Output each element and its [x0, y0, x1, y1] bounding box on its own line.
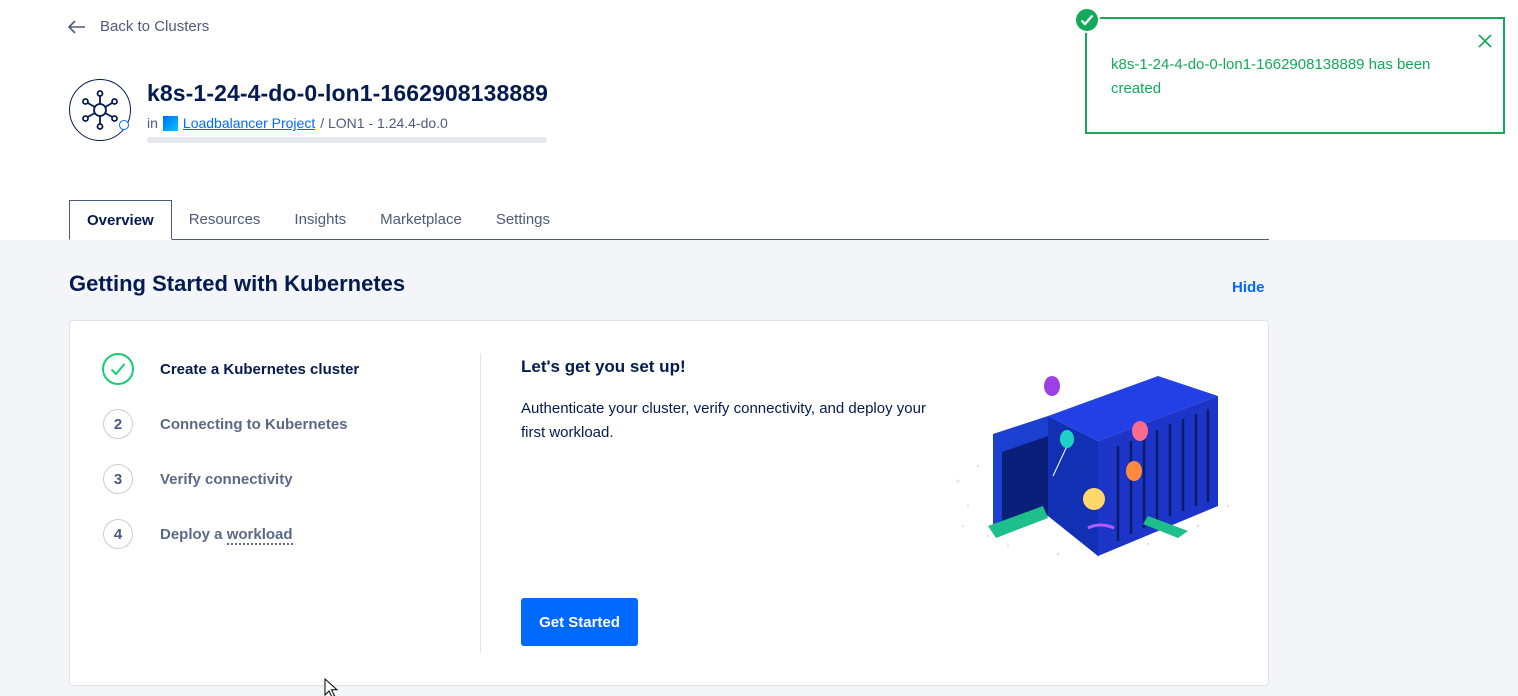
cluster-glyph	[82, 90, 118, 130]
back-label: Back to Clusters	[100, 18, 210, 35]
getting-started-title: Getting Started with Kubernetes	[69, 271, 406, 296]
step-number: 3	[103, 464, 133, 494]
arrow-left-icon	[68, 19, 85, 34]
cluster-meta: in Loadbalancer Project / LON1 - 1.24.4-…	[147, 115, 448, 131]
cluster-status-indicator	[119, 120, 129, 130]
step-create-cluster[interactable]: Create a Kubernetes cluster	[102, 353, 442, 385]
container-celebration-illustration	[956, 376, 1230, 558]
tab-resources[interactable]: Resources	[172, 200, 278, 240]
region-version: / LON1 - 1.24.4-do.0	[320, 115, 448, 131]
tab-insights[interactable]: Insights	[277, 200, 363, 240]
step-label: Create a Kubernetes cluster	[160, 360, 360, 378]
tab-overview[interactable]: Overview	[69, 200, 172, 240]
cluster-tabs: Overview Resources Insights Marketplace …	[69, 200, 1269, 240]
hide-button[interactable]: Hide	[1232, 279, 1265, 296]
success-toast: k8s-1-24-4-do-0-lon1-1662908138889 has b…	[1074, 7, 1505, 134]
step-label: Verify connectivity	[160, 470, 293, 488]
check-circle-icon	[1074, 7, 1100, 33]
project-link[interactable]: Loadbalancer Project	[183, 115, 315, 131]
get-started-button[interactable]: Get Started	[521, 598, 638, 646]
step-label-prefix: Deploy a	[160, 525, 227, 543]
tab-settings[interactable]: Settings	[479, 200, 567, 240]
card-divider	[480, 353, 481, 653]
workload-term[interactable]: workload	[226, 525, 293, 545]
provisioning-progress-fill	[147, 137, 547, 143]
mouse-cursor-icon	[324, 678, 338, 696]
step-label: Deploy a workload	[160, 525, 293, 545]
getting-started-card: Create a Kubernetes cluster 2 Connecting…	[69, 320, 1269, 686]
step-deploy[interactable]: 4 Deploy a workload	[102, 518, 442, 550]
kubernetes-cluster-icon	[69, 79, 131, 141]
setup-title: Let's get you set up!	[521, 357, 686, 376]
cluster-name: k8s-1-24-4-do-0-lon1-1662908138889	[147, 80, 549, 106]
project-icon	[162, 115, 178, 131]
step-label: Connecting to Kubernetes	[160, 415, 348, 433]
provisioning-progress-bar	[147, 137, 547, 143]
back-to-clusters-link[interactable]: Back to Clusters	[68, 18, 209, 35]
close-icon[interactable]	[1477, 33, 1493, 49]
tab-marketplace[interactable]: Marketplace	[363, 200, 479, 240]
toast-message: k8s-1-24-4-do-0-lon1-1662908138889 has b…	[1111, 56, 1431, 97]
in-label: in	[147, 115, 158, 131]
check-circle-icon	[102, 353, 134, 385]
step-connecting[interactable]: 2 Connecting to Kubernetes	[102, 408, 442, 440]
step-verify[interactable]: 3 Verify connectivity	[102, 463, 442, 495]
setup-description: Authenticate your cluster, verify connec…	[521, 400, 926, 441]
step-number: 2	[103, 409, 133, 439]
step-number: 4	[103, 519, 133, 549]
